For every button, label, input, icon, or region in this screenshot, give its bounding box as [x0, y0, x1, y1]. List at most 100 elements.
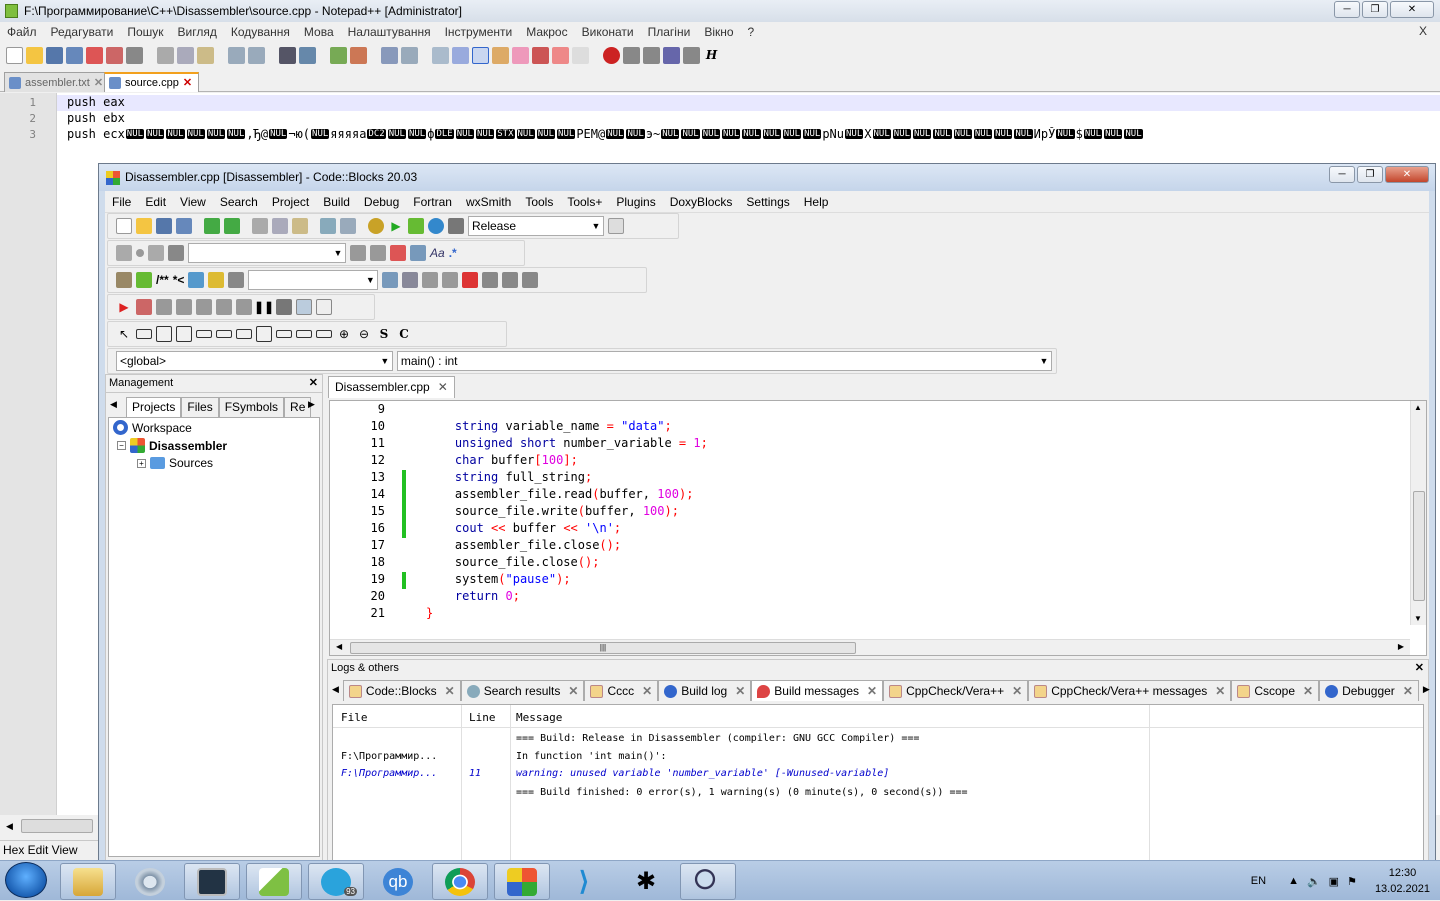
jump-forward-icon[interactable] — [148, 245, 164, 261]
menu-window[interactable]: Вікно — [697, 25, 740, 39]
editor-tab[interactable]: Disassembler.cpp ✕ — [328, 376, 455, 398]
tab-scroll-left-icon[interactable]: ◀ — [332, 680, 343, 701]
highlight-icon[interactable] — [390, 245, 406, 261]
sizer-grid-icon[interactable] — [236, 329, 252, 339]
cb-menu-tools-plus[interactable]: Tools+ — [560, 191, 609, 213]
close-doc-button[interactable]: X — [1412, 24, 1434, 38]
play-macro-icon[interactable] — [643, 46, 660, 64]
tag-icon[interactable] — [168, 245, 184, 261]
editor-horizontal-scrollbar[interactable]: ◀ ||| ▶ — [330, 639, 1410, 655]
tab-scroll-right-icon[interactable]: ▶ — [1419, 680, 1430, 701]
close-all-icon[interactable] — [106, 46, 123, 64]
flag-icon[interactable] — [462, 272, 479, 288]
doc-map-icon[interactable] — [512, 46, 529, 64]
cb-menu-wxsmith[interactable]: wxSmith — [459, 191, 518, 213]
language-indicator[interactable]: EN — [1251, 875, 1266, 887]
cb-menu-settings[interactable]: Settings — [739, 191, 796, 213]
play-multiple-icon[interactable] — [663, 46, 680, 64]
sync-horizontal-icon[interactable] — [401, 46, 418, 64]
tab-close-icon[interactable]: ✕ — [438, 377, 448, 398]
step-out-icon[interactable] — [196, 299, 212, 315]
jump-back-icon[interactable] — [116, 245, 132, 261]
save-icon[interactable] — [156, 218, 172, 234]
minimize-button[interactable]: ─ — [1334, 1, 1360, 18]
cb-menu-help[interactable]: Help — [797, 191, 836, 213]
tab-close-icon[interactable]: ✕ — [445, 681, 455, 701]
tab-cppcheck[interactable]: CppCheck/Vera++ ✕ — [883, 680, 1029, 701]
doxy-wizard-icon[interactable] — [116, 272, 132, 288]
c-icon[interactable]: C — [396, 327, 412, 341]
cell-message[interactable]: In function 'int main()': — [516, 751, 667, 762]
doxy-line-comment-icon[interactable]: *< — [173, 273, 185, 287]
menu-settings[interactable]: Налаштування — [341, 25, 438, 39]
redo-icon[interactable] — [224, 218, 240, 234]
target-options-icon[interactable] — [608, 218, 624, 234]
tab-cscope[interactable]: Cscope ✕ — [1231, 680, 1320, 701]
replace-icon[interactable] — [340, 218, 356, 234]
build-run-icon[interactable] — [408, 218, 424, 234]
scroll-thumb[interactable]: ||| — [350, 642, 856, 654]
open-file-icon[interactable] — [26, 46, 43, 64]
dialog-icon[interactable] — [176, 326, 192, 342]
cb-menu-file[interactable]: File — [105, 191, 138, 213]
doxy-block-comment-icon[interactable]: /** — [156, 273, 169, 287]
tab-close-icon[interactable]: ✕ — [642, 681, 652, 701]
cb-menu-edit[interactable]: Edit — [138, 191, 173, 213]
close-button[interactable]: ✕ — [1390, 1, 1434, 18]
cb-close-button[interactable]: ✕ — [1385, 166, 1429, 183]
rebuild-icon[interactable] — [428, 218, 444, 234]
menu-search[interactable]: Пошук — [120, 25, 170, 39]
debug-info-icon[interactable] — [316, 299, 332, 315]
menu-language[interactable]: Мова — [297, 25, 341, 39]
taskbar-notepadpp[interactable] — [246, 863, 302, 900]
close-file-icon[interactable] — [86, 46, 103, 64]
tab-close-icon[interactable]: ✕ — [94, 74, 103, 92]
udl-icon[interactable] — [492, 46, 509, 64]
column-header-message[interactable]: Message — [516, 711, 562, 724]
taskbar-explorer[interactable] — [60, 863, 116, 900]
cb-menu-search[interactable]: Search — [213, 191, 265, 213]
cb-menu-fortran[interactable]: Fortran — [406, 191, 459, 213]
record-macro-icon[interactable] — [603, 46, 620, 64]
cb-menu-project[interactable]: Project — [265, 191, 316, 213]
prev-flag-icon[interactable] — [482, 272, 499, 288]
tree-node-sources[interactable]: + Sources — [137, 456, 213, 470]
next-instruction-icon[interactable] — [216, 299, 232, 315]
cut-icon[interactable] — [157, 46, 174, 64]
menu-macro[interactable]: Макрос — [519, 25, 574, 39]
save-all-icon[interactable] — [176, 218, 192, 234]
debug-windows-icon[interactable] — [296, 299, 312, 315]
tab-build-log[interactable]: Build log ✕ — [658, 680, 752, 701]
build-target-select[interactable]: Release ▼ — [468, 216, 604, 236]
run-icon[interactable]: ▶ — [388, 219, 404, 233]
save-icon[interactable] — [46, 46, 63, 64]
match-case-icon[interactable]: Aa — [430, 246, 445, 260]
indent-guide-icon[interactable] — [472, 46, 489, 64]
step-instruction-icon[interactable] — [236, 299, 252, 315]
tab-close-icon[interactable]: ✕ — [1403, 681, 1413, 701]
word-wrap-icon[interactable] — [432, 46, 449, 64]
zoom-out-icon[interactable]: ⊖ — [356, 327, 372, 341]
abort-icon[interactable] — [448, 218, 464, 234]
stop-debug-icon[interactable] — [276, 299, 292, 315]
menu-encoding[interactable]: Кодування — [224, 25, 297, 39]
start-button[interactable] — [5, 862, 47, 898]
find-previous-icon[interactable] — [350, 245, 366, 261]
tab-close-icon[interactable]: ✕ — [1012, 681, 1022, 701]
button-widget-icon[interactable] — [276, 330, 292, 338]
taskbar-debugger[interactable]: ✱ — [618, 863, 674, 900]
tab-cppcheck-messages[interactable]: CppCheck/Vera++ messages ✕ — [1028, 680, 1232, 701]
tab-scroll-right-icon[interactable]: ▶ — [308, 399, 315, 410]
tab-cccc[interactable]: Cccc ✕ — [584, 680, 659, 701]
step-into-icon[interactable] — [176, 299, 192, 315]
menu-view[interactable]: Вигляд — [171, 25, 224, 39]
regex-icon[interactable]: .* — [449, 246, 457, 260]
menu-plugins[interactable]: Плагіни — [641, 25, 698, 39]
settings-wrench-icon[interactable] — [402, 272, 419, 288]
taskbar-chrome[interactable] — [432, 863, 488, 900]
clear-flags-icon[interactable] — [522, 272, 539, 288]
tab-files[interactable]: Files — [181, 397, 219, 417]
next-line-icon[interactable] — [156, 299, 172, 315]
sizer-h-icon[interactable] — [196, 330, 212, 338]
tree-node-project[interactable]: − Disassembler — [117, 438, 227, 453]
